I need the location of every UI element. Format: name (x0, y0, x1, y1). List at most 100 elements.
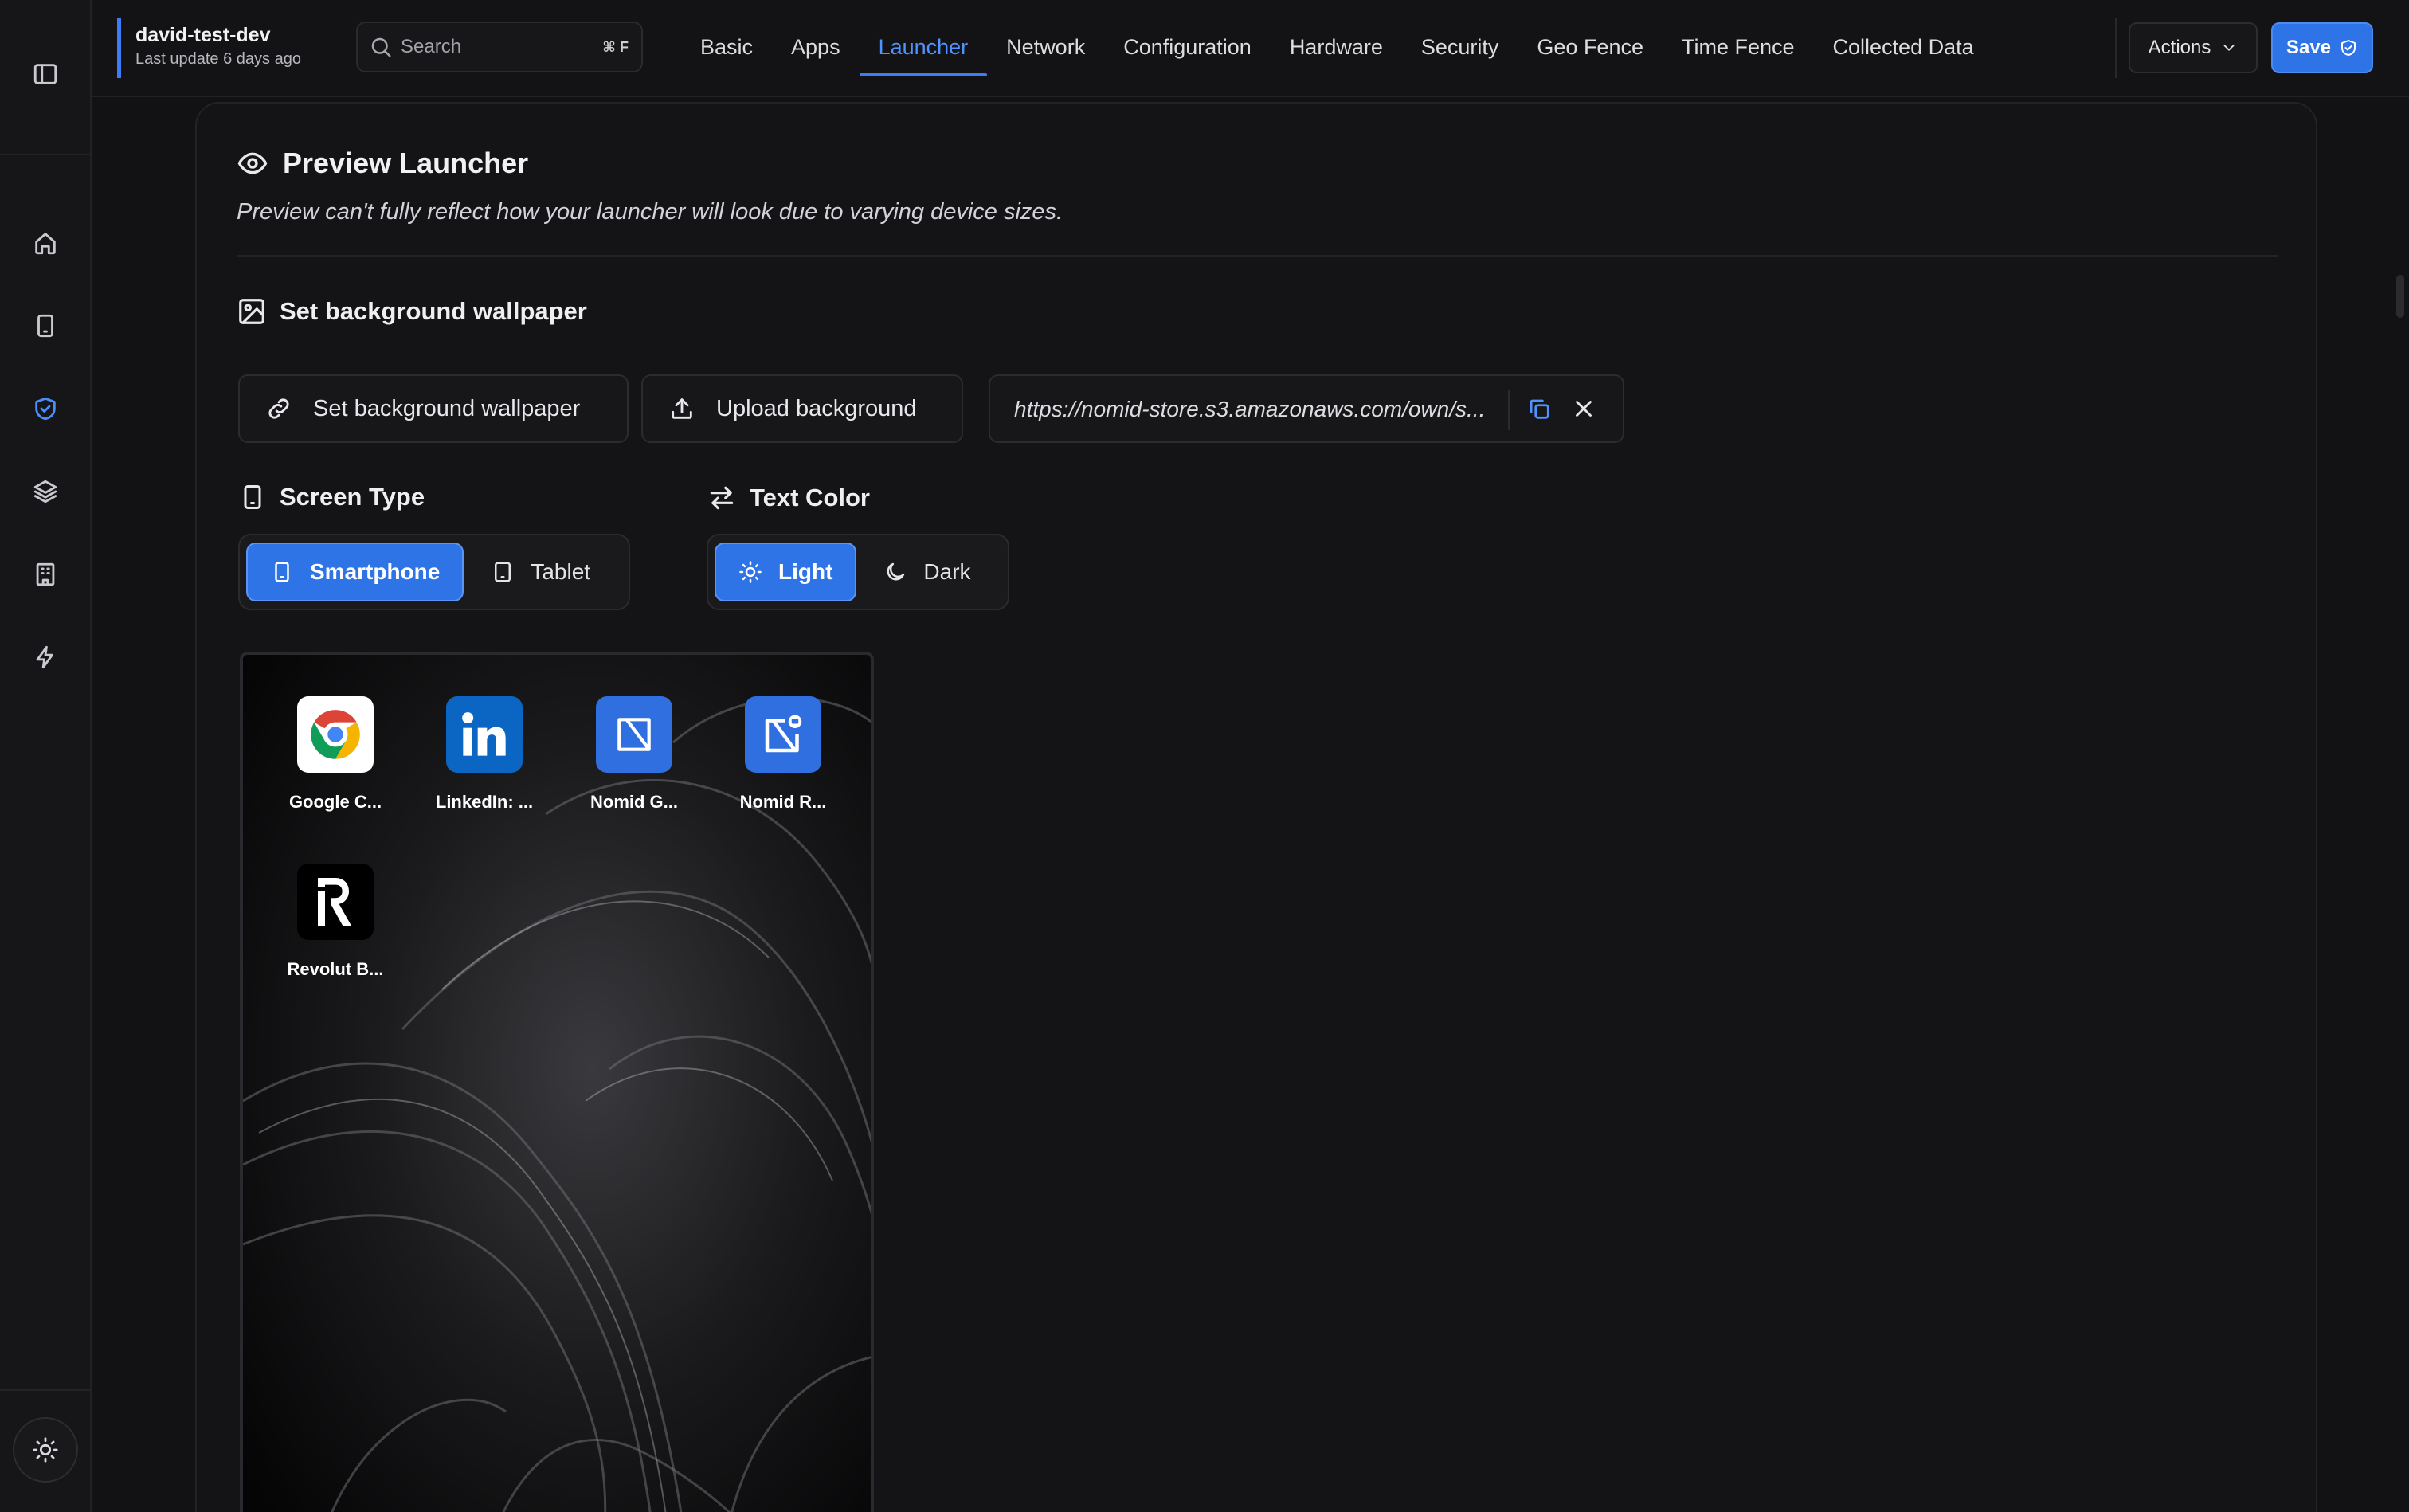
moon-icon (887, 562, 905, 581)
tablet-icon (495, 562, 511, 582)
app-label: Nomid G... (590, 792, 678, 812)
search-input[interactable]: Search ⌘ F (356, 22, 643, 72)
app-label: Google C... (288, 792, 382, 812)
wallpaper-section-title: Set background wallpaper (237, 296, 587, 327)
sidebar-item-automation[interactable] (19, 631, 72, 684)
scrollbar-thumb[interactable] (2396, 275, 2404, 318)
tab-geo-fence[interactable]: Geo Fence (1518, 0, 1663, 96)
lightning-icon (36, 645, 53, 669)
text-color-title: Text Color (750, 484, 870, 511)
app-label: Nomid R... (739, 792, 827, 812)
app-tile[interactable]: Revolut B... (268, 864, 403, 980)
set-wallpaper-label: Set background wallpaper (313, 395, 581, 421)
app-label: LinkedIn: ... (435, 792, 534, 812)
url-divider (1508, 390, 1510, 430)
nomid-remote-icon (745, 696, 821, 773)
sidebar-item-organization[interactable] (19, 548, 72, 601)
screen-type-toggle: Smartphone Tablet (238, 534, 630, 610)
smartphone-icon (244, 485, 261, 509)
building-icon (36, 562, 55, 586)
text-color-dark[interactable]: Dark (861, 543, 993, 601)
upload-background-button[interactable]: Upload background (641, 374, 963, 443)
close-icon (1576, 401, 1592, 417)
search-shortcut: ⌘ F (602, 39, 629, 55)
layers-icon (33, 480, 57, 503)
save-button[interactable]: Save (2271, 22, 2373, 73)
top-bar: david-test-dev Last update 6 days ago Se… (92, 0, 2409, 97)
text-color-light[interactable]: Light (715, 543, 857, 601)
tab-time-fence[interactable]: Time Fence (1663, 0, 1814, 96)
smartphone-icon (37, 314, 53, 338)
device-info: david-test-dev Last update 6 days ago (117, 18, 301, 78)
sidebar-item-home[interactable] (19, 217, 72, 269)
sidebar-item-policies[interactable] (19, 382, 72, 435)
nomid-icon (596, 696, 672, 773)
save-label: Save (2286, 37, 2332, 58)
tab-configuration[interactable]: Configuration (1104, 0, 1271, 96)
search-placeholder: Search (401, 36, 462, 57)
shield-check-icon (2341, 40, 2356, 56)
launcher-preview-card: Preview Launcher Preview can't fully ref… (195, 102, 2317, 1512)
wallpaper-title: Set background wallpaper (280, 297, 587, 325)
sun-icon (33, 1437, 58, 1463)
eye-icon (237, 152, 268, 174)
wallpaper-url: https://nomid-store.s3.amazonaws.com/own… (1014, 397, 1486, 421)
sun-icon (739, 561, 762, 583)
home-icon (35, 233, 56, 255)
copy-icon (1530, 399, 1549, 419)
tab-network[interactable]: Network (987, 0, 1104, 96)
toolbar-divider (2115, 18, 2117, 78)
sidebar (0, 0, 92, 1512)
tab-basic[interactable]: Basic (681, 0, 772, 96)
tab-launcher[interactable]: Launcher (859, 0, 988, 96)
upload-icon (672, 398, 692, 419)
upload-background-label: Upload background (716, 395, 917, 421)
tab-apps[interactable]: Apps (772, 0, 860, 96)
tablet-label: Tablet (531, 559, 591, 584)
dark-label: Dark (923, 559, 971, 584)
sidebar-item-layers[interactable] (19, 465, 72, 518)
image-icon (239, 299, 264, 324)
tab-security[interactable]: Security (1402, 0, 1518, 96)
screen-type-section-title: Screen Type (238, 483, 425, 511)
app-tile[interactable]: LinkedIn: ... (417, 696, 552, 813)
preview-subtitle: Preview can't fully reflect how your lau… (237, 199, 1063, 225)
launcher-phone-preview: Google C... LinkedIn: ... Nomid G... Nom… (240, 652, 874, 1512)
sidebar-divider (0, 1389, 92, 1391)
sidebar-divider (0, 154, 92, 155)
device-last-update: Last update 6 days ago (135, 50, 301, 68)
screen-type-title: Screen Type (280, 483, 425, 511)
tab-collected-data[interactable]: Collected Data (1814, 0, 1993, 96)
clear-url-button[interactable] (1570, 395, 1597, 422)
set-wallpaper-button[interactable]: Set background wallpaper (238, 374, 629, 443)
screen-type-tablet[interactable]: Tablet (468, 543, 613, 601)
search-icon (371, 37, 391, 57)
revolut-icon (297, 864, 374, 940)
chevron-down-icon (2223, 45, 2235, 51)
preview-header: Preview Launcher (237, 147, 528, 180)
actions-dropdown-button[interactable]: Actions (2129, 22, 2258, 73)
screen-type-smartphone[interactable]: Smartphone (246, 543, 464, 601)
page-title: Preview Launcher (283, 147, 529, 179)
actions-label: Actions (2148, 37, 2211, 58)
copy-url-button[interactable] (1526, 395, 1553, 422)
shield-check-icon (35, 397, 56, 421)
app-tile[interactable]: Google C... (268, 696, 403, 813)
light-label: Light (778, 559, 833, 584)
link-icon (268, 398, 289, 419)
sidebar-panel-icon (33, 64, 57, 84)
chrome-icon (297, 696, 374, 773)
theme-toggle-button[interactable] (13, 1417, 78, 1483)
wallpaper-url-field[interactable]: https://nomid-store.s3.amazonaws.com/own… (989, 374, 1624, 443)
app-tile[interactable]: Nomid G... (566, 696, 702, 813)
tab-hardware[interactable]: Hardware (1271, 0, 1402, 96)
sidebar-item-devices[interactable] (19, 300, 72, 352)
app-label: Revolut B... (287, 959, 384, 979)
text-color-toggle: Light Dark (707, 534, 1009, 610)
sidebar-toggle-button[interactable] (19, 48, 72, 100)
section-divider (237, 255, 2278, 257)
device-name: david-test-dev (135, 24, 271, 46)
app-tile[interactable]: Nomid R... (715, 696, 851, 813)
text-color-section-title: Text Color (707, 483, 870, 513)
linkedin-icon (446, 696, 523, 773)
